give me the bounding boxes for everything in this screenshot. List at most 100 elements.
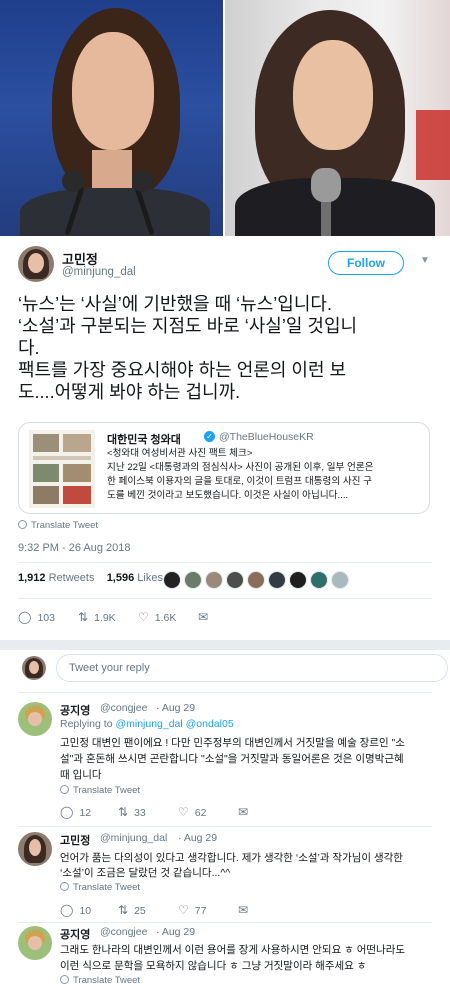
- liker-avatar[interactable]: [310, 571, 328, 589]
- tweet-text-line: ‘소설’과 구분되는 지점도 바로 ‘사실’일 것입니: [18, 316, 358, 336]
- like-action[interactable]: ♡ 62: [178, 805, 206, 819]
- reply-text-line: 설"과 혼돈해 쓰시면 곤란합니다 "소설"을 거짓말과 동일어론은 것은 이명…: [60, 753, 404, 765]
- chevron-down-icon[interactable]: ▼: [420, 256, 430, 266]
- divider: [18, 562, 432, 563]
- reply-tweet[interactable]: 고민정 @minjung_dal · Aug 29 언어가 품는 다의성이 있다…: [18, 832, 432, 922]
- globe-icon: [60, 882, 69, 891]
- reply-text-line: 고민정 대변인 팬이에요 ! 다만 민주정부의 대변인께서 거짓말을 예술 장르…: [60, 737, 405, 749]
- photo-left: [0, 0, 223, 236]
- envelope-icon: ✉: [198, 610, 209, 624]
- quoted-tweet-card[interactable]: 대한민국 청와대 ✓ @TheBlueHouseKR <청와대 여성비서관 사진…: [18, 422, 430, 514]
- reply-author-name[interactable]: 공지영: [60, 702, 90, 718]
- translate-label: Translate Tweet: [31, 520, 99, 531]
- reply-input[interactable]: Tweet your reply: [56, 654, 448, 682]
- quoted-tweet-thumbnail: [29, 430, 95, 508]
- liker-avatar[interactable]: [205, 571, 223, 589]
- direct-message-action[interactable]: ✉: [238, 903, 254, 917]
- liker-avatar[interactable]: [226, 571, 244, 589]
- reply-text-line: 때 입니다: [60, 769, 102, 781]
- quoted-author-handle: @TheBlueHouseKR: [219, 431, 314, 443]
- translate-tweet-link[interactable]: Translate Tweet: [60, 975, 140, 984]
- reply-date[interactable]: · Aug 29: [156, 702, 195, 714]
- liker-avatar[interactable]: [268, 571, 286, 589]
- direct-message-action[interactable]: ✉: [198, 610, 214, 624]
- reply-icon: ◯: [60, 903, 74, 917]
- quoted-author-name: 대한민국 청와대: [107, 434, 181, 446]
- liker-avatar[interactable]: [289, 571, 307, 589]
- translate-tweet-link[interactable]: Translate Tweet: [60, 785, 140, 796]
- tweet-text-line: 팩트를 가장 중요시해야 하는 언론의 이런 보: [18, 360, 347, 380]
- reply-author-handle[interactable]: @minjung_dal: [100, 832, 167, 844]
- translate-tweet-link[interactable]: Translate Tweet: [60, 882, 140, 893]
- reply-date[interactable]: · Aug 29: [156, 926, 195, 938]
- reply-date[interactable]: · Aug 29: [178, 832, 217, 844]
- globe-icon: [60, 785, 69, 794]
- author-handle[interactable]: @minjung_dal: [62, 266, 136, 278]
- reply-text-line: ‘소설’이 조금은 달랐던 것 같습니다...^^: [60, 867, 231, 879]
- envelope-icon: ✉: [238, 903, 249, 917]
- heart-icon: ♡: [178, 903, 189, 917]
- reply-icon: ◯: [18, 610, 32, 624]
- reply-action[interactable]: ◯ 103: [18, 610, 55, 624]
- reply-author-avatar[interactable]: [18, 832, 52, 866]
- replying-to: Replying to @minjung_dal @ondal05: [60, 718, 234, 730]
- quoted-text-line: 한 페이스북 이용자의 글을 토대로, 이것이 트럼프 대통령의 사진 구: [107, 476, 372, 487]
- replying-to-link[interactable]: @minjung_dal @ondal05: [115, 718, 233, 730]
- reply-author-handle[interactable]: @congjee: [100, 926, 147, 938]
- divider: [18, 922, 432, 923]
- tweet-stats: 1,912 Retweets 1,596 Likes: [18, 572, 163, 592]
- retweet-icon: ⇅: [118, 805, 129, 819]
- tweet-text-line: 도....어떻게 봐야 하는 겁니까.: [18, 382, 241, 402]
- reply-text-line: 언어가 품는 다의성이 있다고 생각합니다. 제가 생각한 ‘소설’과 작가님이…: [60, 852, 403, 864]
- author-avatar[interactable]: [18, 246, 54, 282]
- reply-author-avatar[interactable]: [18, 926, 52, 960]
- liker-avatar[interactable]: [247, 571, 265, 589]
- envelope-icon: ✉: [238, 805, 249, 819]
- reply-tweet[interactable]: 공지영 @congjee · Aug 29 그래도 한나라의 대변인께서 이런 …: [18, 926, 432, 984]
- quoted-text-line: 도를 베낀 것이라고 보도했습니다. 이것은 사실이 아닙니다....: [107, 490, 349, 501]
- reply-icon: ◯: [60, 805, 74, 819]
- section-separator: [0, 640, 450, 650]
- photo-right: [225, 0, 450, 236]
- verified-badge-icon: ✓: [204, 431, 215, 442]
- likes-count[interactable]: 1,596 Likes: [107, 572, 163, 584]
- tweet-header: 고민정 @minjung_dal Follow ▼: [18, 246, 432, 286]
- reply-action[interactable]: ◯ 12: [60, 805, 91, 819]
- retweet-action[interactable]: ⇅ 33: [118, 805, 146, 819]
- divider: [18, 826, 432, 827]
- reply-author-handle[interactable]: @congjee: [100, 702, 147, 714]
- retweet-icon: ⇅: [78, 610, 89, 624]
- like-action[interactable]: ♡ 1.6K: [138, 610, 176, 624]
- heart-icon: ♡: [178, 805, 189, 819]
- reply-action[interactable]: ◯ 10: [60, 903, 91, 917]
- tweet-text: ‘뉴스’는 ‘사실’에 기반했을 때 ‘뉴스’입니다. ‘소설’과 구분되는 지…: [18, 293, 436, 403]
- current-user-avatar: [22, 656, 46, 680]
- retweet-icon: ⇅: [118, 903, 129, 917]
- quoted-text-line: 지난 22일 <대통령과의 점심식사> 사진이 공개된 이후, 일부 언론은: [107, 462, 374, 473]
- retweet-action[interactable]: ⇅ 1.9K: [78, 610, 116, 624]
- tweet-text-line: 다.: [18, 338, 40, 358]
- direct-message-action[interactable]: ✉: [238, 805, 254, 819]
- globe-icon: [18, 520, 27, 529]
- reply-text-line: 이런 식으로 문학을 모욕하지 않습니다 ㅎ 그냥 거짓말이라 해주세요 ㅎ: [60, 960, 367, 972]
- translate-tweet-link[interactable]: Translate Tweet: [18, 520, 98, 531]
- reply-author-name[interactable]: 고민정: [60, 832, 90, 848]
- tweet-timestamp[interactable]: 9:32 PM - 26 Aug 2018: [18, 542, 131, 554]
- globe-icon: [60, 975, 69, 984]
- reply-composer: Tweet your reply: [18, 652, 448, 684]
- likers-avatars: [163, 571, 352, 589]
- retweets-count[interactable]: 1,912 Retweets: [18, 572, 94, 584]
- liker-avatar[interactable]: [331, 571, 349, 589]
- quoted-text-line: <청와대 여성비서관 사진 팩트 체크>: [107, 448, 253, 459]
- reply-author-name[interactable]: 공지영: [60, 926, 90, 942]
- follow-button[interactable]: Follow: [328, 251, 404, 275]
- tweet-text-line: ‘뉴스’는 ‘사실’에 기반했을 때 ‘뉴스’입니다.: [18, 294, 332, 314]
- reply-tweet[interactable]: 공지영 @congjee · Aug 29 Replying to @minju…: [18, 702, 432, 822]
- reply-author-avatar[interactable]: [18, 702, 52, 736]
- divider: [18, 598, 432, 599]
- liker-avatar[interactable]: [184, 571, 202, 589]
- like-action[interactable]: ♡ 77: [178, 903, 206, 917]
- retweet-action[interactable]: ⇅ 25: [118, 903, 146, 917]
- liker-avatar[interactable]: [163, 571, 181, 589]
- divider: [18, 692, 432, 693]
